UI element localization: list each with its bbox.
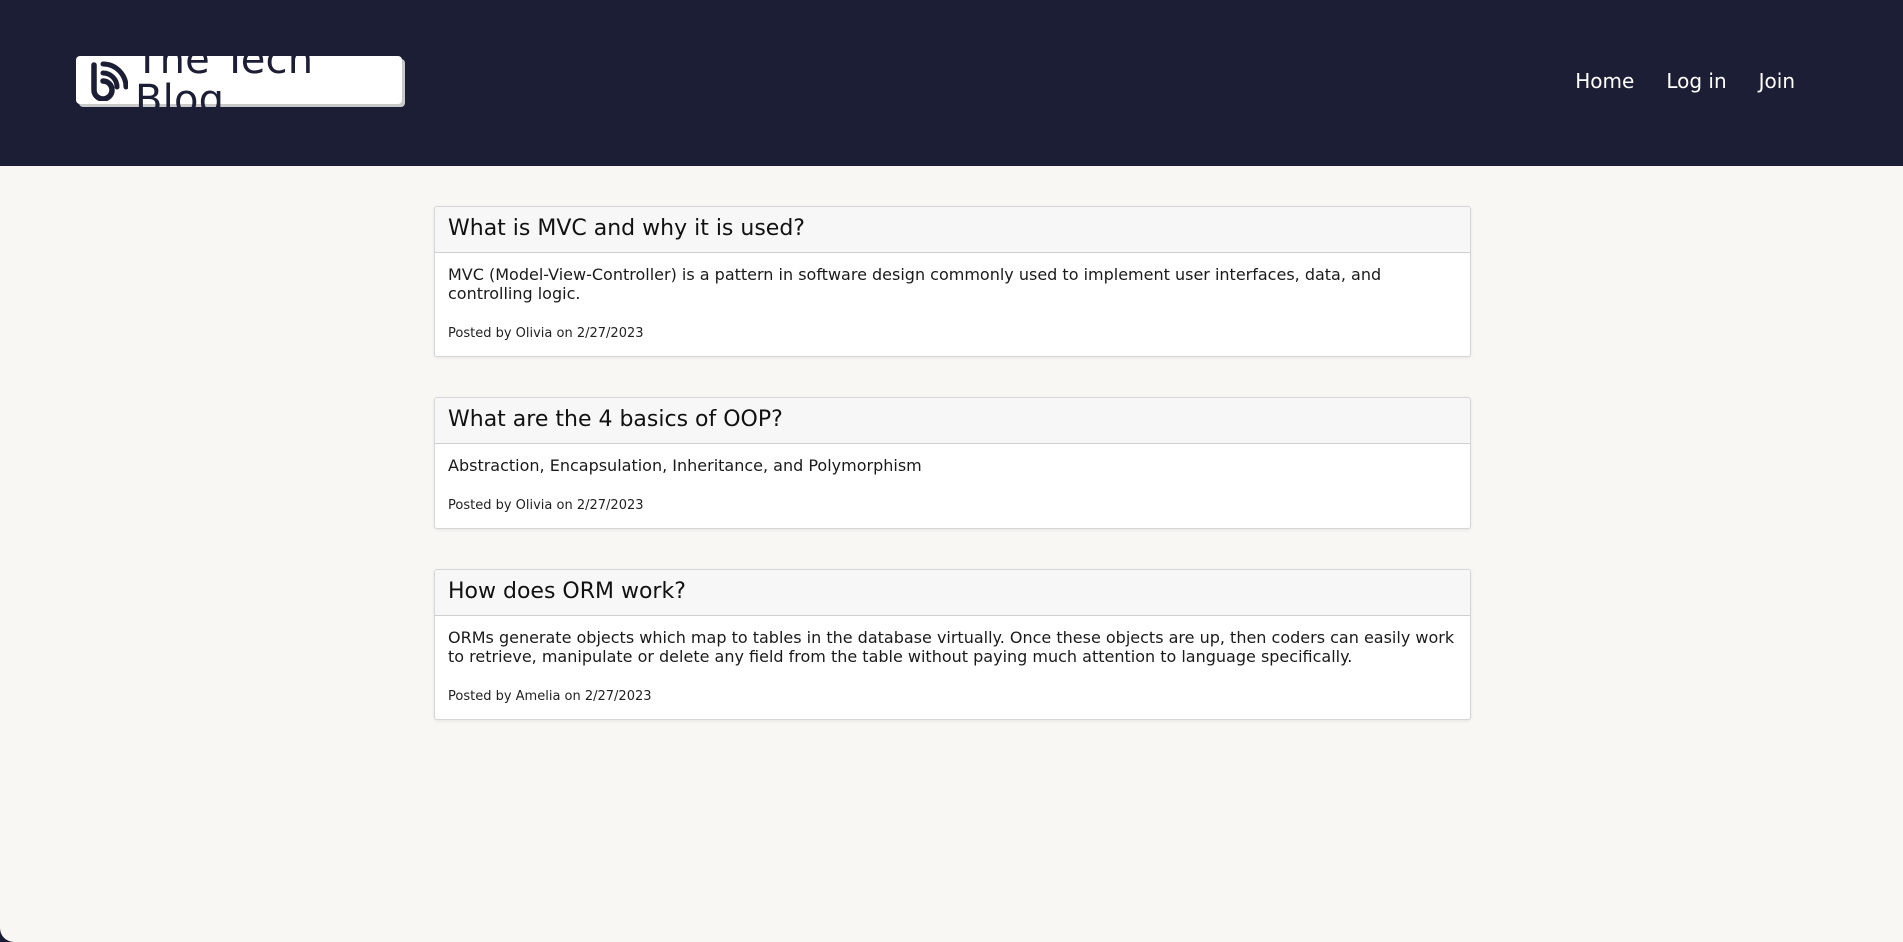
post-meta: Posted by Amelia on 2/27/2023 [448,689,652,704]
post-card-body: MVC (Model-View-Controller) is a pattern… [435,253,1470,356]
post-meta: Posted by Olivia on 2/27/2023 [448,326,644,341]
post-meta: Posted by Olivia on 2/27/2023 [448,498,644,513]
post-content: Abstraction, Encapsulation, Inheritance,… [448,456,922,475]
nav-login-link[interactable]: Log in [1666,68,1726,94]
blog-rss-icon [86,59,129,102]
post-card-header: How does ORM work? [435,570,1470,616]
post-title[interactable]: What are the 4 basics of OOP? [448,405,1457,435]
post-card-header: What is MVC and why it is used? [435,207,1470,253]
post-list: What is MVC and why it is used? MVC (Mod… [434,206,1471,760]
nav-join-link[interactable]: Join [1759,68,1795,94]
main-nav: Home Log in Join [1575,68,1795,94]
post-card-header: What are the 4 basics of OOP? [435,398,1470,444]
site-title: The Tech Blog [135,37,314,123]
post-title[interactable]: What is MVC and why it is used? [448,214,1457,244]
post-content: ORMs generate objects which map to table… [448,628,1455,666]
page: The Tech Blog Home Log in Join What is M… [0,0,1903,942]
post-card-body: Abstraction, Encapsulation, Inheritance,… [435,444,1470,528]
site-header: The Tech Blog Home Log in Join [0,0,1903,166]
post-content: MVC (Model-View-Controller) is a pattern… [448,265,1382,303]
post-title[interactable]: How does ORM work? [448,577,1457,607]
post-card[interactable]: What is MVC and why it is used? MVC (Mod… [434,206,1471,357]
post-card[interactable]: How does ORM work? ORMs generate objects… [434,569,1471,720]
post-card[interactable]: What are the 4 basics of OOP? Abstractio… [434,397,1471,529]
nav-home-link[interactable]: Home [1575,68,1634,94]
post-card-body: ORMs generate objects which map to table… [435,616,1470,719]
logo-link[interactable]: The Tech Blog [76,40,402,120]
